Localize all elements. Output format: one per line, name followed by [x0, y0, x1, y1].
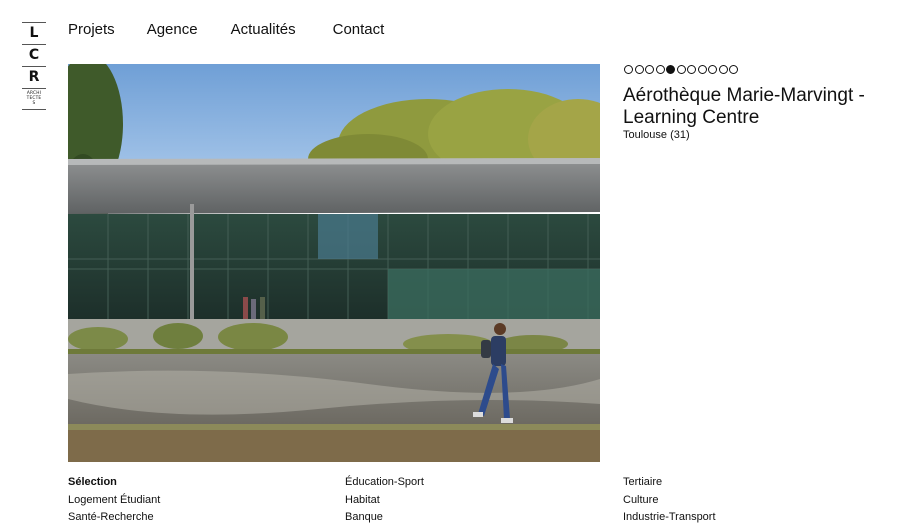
- category-column-3: Tertiaire Culture Industrie-Transport: [623, 474, 716, 523]
- slider-dot[interactable]: [718, 65, 728, 74]
- logo-subtitle-line: S: [32, 101, 36, 106]
- nav-agence[interactable]: Agence: [147, 21, 198, 38]
- slider-dot[interactable]: [697, 65, 707, 74]
- nav-projets[interactable]: Projets: [68, 21, 115, 38]
- slider-dots: [624, 65, 740, 74]
- category-tertiaire[interactable]: Tertiaire: [623, 474, 716, 492]
- slider-dot[interactable]: [676, 65, 686, 74]
- category-banque[interactable]: Banque: [345, 509, 424, 523]
- project-title: Aérothèque Marie-Marvingt - Learning Cen…: [623, 85, 865, 128]
- project-hero-image[interactable]: [68, 64, 600, 462]
- logo-letter-l: L: [29, 25, 39, 41]
- logo-letter-c: C: [28, 47, 40, 63]
- slider-dot[interactable]: [655, 65, 665, 74]
- slider-dot[interactable]: [708, 65, 717, 74]
- slider-dot[interactable]: [634, 65, 644, 74]
- logo-letter-r: R: [28, 69, 40, 85]
- category-selection[interactable]: Sélection: [68, 474, 160, 492]
- logo-divider: [22, 109, 46, 110]
- nav-actualites[interactable]: Actualités: [231, 21, 296, 38]
- building-photo-icon: [68, 64, 600, 462]
- slider-dot[interactable]: [666, 65, 675, 74]
- category-education-sport[interactable]: Éducation-Sport: [345, 474, 424, 492]
- category-habitat[interactable]: Habitat: [345, 492, 424, 510]
- slider-dot[interactable]: [624, 65, 633, 74]
- logo[interactable]: L C R ARCHI TECTE S: [22, 22, 46, 110]
- category-culture[interactable]: Culture: [623, 492, 716, 510]
- category-column-2: Éducation-Sport Habitat Banque: [345, 474, 424, 523]
- nav-contact[interactable]: Contact: [333, 21, 385, 38]
- main-nav: Projets Agence Actualités Contact: [68, 21, 384, 38]
- category-industrie-transport[interactable]: Industrie-Transport: [623, 509, 716, 523]
- project-location: Toulouse (31): [623, 129, 690, 141]
- category-column-1: Sélection Logement Étudiant Santé-Recher…: [68, 474, 160, 523]
- slider-dot[interactable]: [645, 65, 654, 74]
- category-logement-etudiant[interactable]: Logement Étudiant: [68, 492, 160, 510]
- logo-subtitle: ARCHI TECTE S: [22, 89, 46, 109]
- slider-dot[interactable]: [687, 65, 696, 74]
- slider-dot[interactable]: [729, 65, 738, 74]
- category-sante-recherche[interactable]: Santé-Recherche: [68, 509, 160, 523]
